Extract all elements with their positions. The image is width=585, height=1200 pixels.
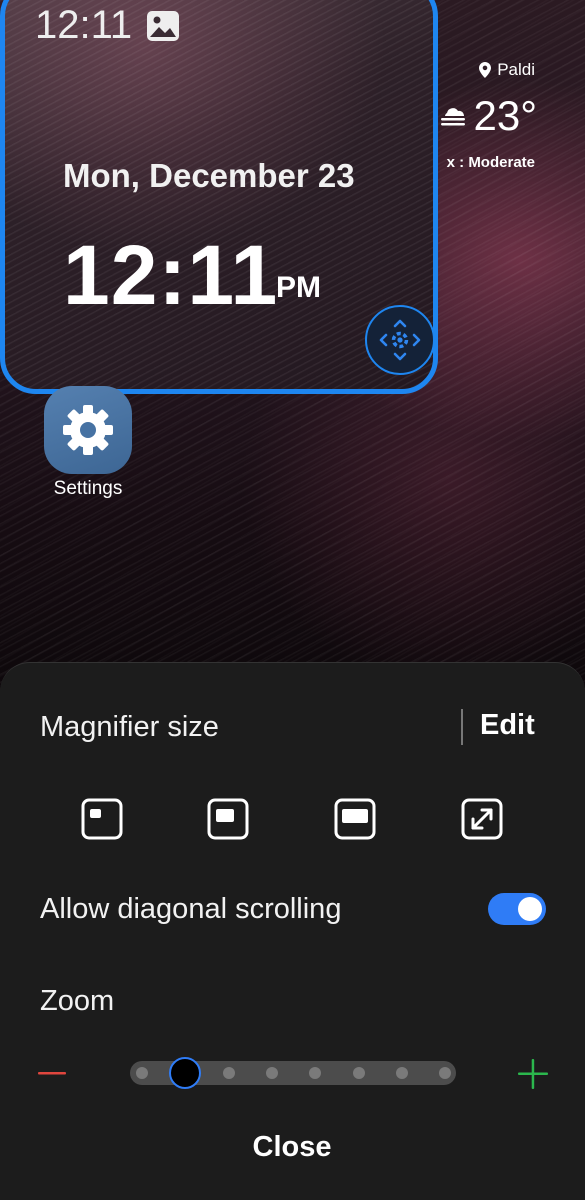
size-medium-icon [207,798,249,840]
size-large-button[interactable] [333,797,377,841]
edit-button[interactable]: Edit [480,709,535,742]
gallery-icon [147,11,179,41]
expand-icon [461,798,503,840]
lockscreen-ampm: PM [276,271,321,304]
weather-location[interactable]: Paldi [479,60,535,80]
zoom-slider[interactable] [130,1057,456,1089]
toggle-knob [518,897,542,921]
plus-icon [518,1059,548,1089]
zoom-step-dot [439,1067,452,1079]
diagonal-scrolling-toggle[interactable] [488,893,546,925]
partly-cloudy-icon [441,108,466,126]
temperature-value: 23° [473,92,537,139]
magnifier-size-title: Magnifier size [40,711,219,743]
zoom-label: Zoom [40,985,115,1017]
zoom-step-dot [265,1067,278,1079]
move-magnifier-button[interactable] [365,305,433,375]
location-pin-icon [479,62,492,78]
gear-icon [63,405,113,455]
settings-app-icon[interactable] [44,386,132,474]
lockscreen-date: Mon, December 23 [63,157,355,194]
size-large-icon [334,798,376,840]
settings-app-label: Settings [53,478,123,499]
size-medium-button[interactable] [206,797,250,841]
minus-icon [38,1072,66,1075]
zoom-step-dot [352,1067,365,1079]
zoom-step-dot [136,1067,148,1079]
air-quality-label: x : Moderate [446,154,535,171]
status-bar-time: 12:11 [35,3,133,47]
size-small-button[interactable] [80,797,124,841]
title-divider [461,709,463,745]
weather-location-label: Paldi [497,60,535,79]
magnifier-window[interactable]: 12:11 Mon, December 23 12:11 PM [0,0,438,394]
close-button[interactable]: Close [192,1127,392,1167]
zoom-step-dot [395,1067,408,1079]
zoom-out-button[interactable] [36,1059,68,1089]
weather-temperature[interactable]: 23° [437,92,537,140]
zoom-step-dot [309,1067,322,1079]
lockscreen-time: 12:11 [63,228,279,322]
size-fullscreen-button[interactable] [460,797,504,841]
zoom-in-button[interactable] [516,1059,550,1089]
magnifier-settings-sheet: Magnifier size Edit Allow diagonal scrol… [0,662,585,1200]
move-arrows-icon [379,319,421,361]
zoom-slider-thumb[interactable] [169,1057,202,1089]
size-small-icon [81,798,123,840]
diagonal-scrolling-label: Allow diagonal scrolling [40,893,342,925]
zoom-step-dot [222,1067,235,1079]
magnifier-size-options [0,797,585,847]
